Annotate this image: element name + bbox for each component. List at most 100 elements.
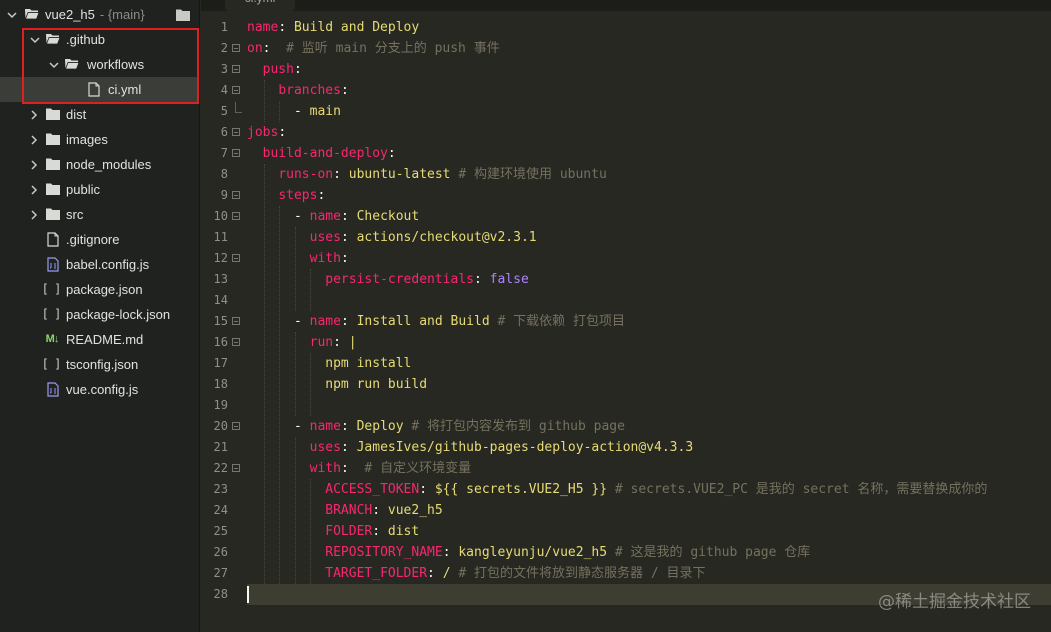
fold-toggle-icon[interactable] — [232, 317, 240, 325]
yaml-key: FOLDER — [325, 524, 373, 539]
tree-item-label: node_modules — [66, 157, 152, 172]
code-line[interactable]: on: # 监听 main 分支上的 push 事件 — [247, 38, 500, 59]
tree-item-ci-yml[interactable]: ci.yml — [0, 77, 199, 102]
tree-item-babel-config[interactable]: babel.config.js — [0, 252, 199, 277]
yaml-key: with — [309, 461, 341, 476]
fold-toggle-icon[interactable] — [232, 149, 240, 157]
code-line[interactable]: jobs: — [247, 122, 294, 143]
code-line[interactable]: npm run build — [247, 374, 427, 395]
line-number: 22 — [213, 461, 228, 475]
fold-toggle-icon[interactable] — [232, 464, 240, 472]
tree-item-images[interactable]: images — [0, 127, 199, 152]
yaml-value: actions/checkout@v2.3.1 — [356, 230, 537, 245]
chevron-right-icon[interactable] — [28, 209, 40, 221]
fold-toggle-icon[interactable] — [232, 44, 240, 52]
line-number: 23 — [213, 482, 228, 496]
js-file-icon — [45, 381, 61, 397]
tree-item-src[interactable]: src — [0, 202, 199, 227]
code-editor[interactable]: 1 2 3 4 5 6 7 8 9 10 11 12 13 14 15 16 17 18 19 20 21 22 23 24 2… — [201, 11, 1051, 632]
yaml-value: vue2_h5 — [387, 503, 443, 518]
code-line[interactable]: npm install — [247, 353, 411, 374]
project-name: vue2_h5- {main} — [45, 7, 145, 22]
tree-item-label: ci.yml — [108, 82, 142, 97]
code-line[interactable]: - name: Install and Build # 下载依赖 打包项目 — [247, 311, 625, 332]
line-number: 16 — [213, 335, 228, 349]
code-line[interactable]: ACCESS_TOKEN: ${{ secrets.VUE2_H5 }} # s… — [247, 479, 987, 500]
code-line[interactable]: uses: JamesIves/github-pages-deploy-acti… — [247, 437, 694, 458]
tree-item-label: vue.config.js — [66, 382, 139, 397]
code-line[interactable]: - name: Deploy # 将打包内容发布到 github page — [247, 416, 625, 437]
line-number: 21 — [213, 440, 228, 454]
tree-item-label: dist — [66, 107, 87, 122]
tab-ci-yml[interactable]: ci.yml — [225, 0, 295, 11]
tree-item-package-json[interactable]: [ ] package.json — [0, 277, 199, 302]
code-line[interactable]: branches: — [247, 80, 357, 101]
code-line[interactable]: with: — [247, 248, 357, 269]
chevron-right-icon[interactable] — [28, 184, 40, 196]
markdown-file-icon: M↓ — [45, 333, 60, 345]
yaml-value: JamesIves/github-pages-deploy-action@v4.… — [356, 440, 694, 455]
tree-item-vue-config[interactable]: vue.config.js — [0, 377, 199, 402]
line-number: 4 — [220, 83, 228, 97]
yaml-key: name — [247, 20, 279, 35]
code-line[interactable]: - name: Checkout — [247, 206, 419, 227]
branch-indicator: - {main} — [99, 7, 145, 22]
tree-item-label: .github — [66, 32, 106, 47]
chevron-right-icon[interactable] — [28, 159, 40, 171]
tree-item-public[interactable]: public — [0, 177, 199, 202]
yaml-key: persist-credentials — [325, 272, 474, 287]
line-number: 18 — [213, 377, 228, 391]
line-number: 25 — [213, 524, 228, 538]
code-line[interactable]: push: — [247, 59, 310, 80]
code-line[interactable]: run: | — [247, 332, 357, 353]
yaml-comment: # 构建环境使用 ubuntu — [458, 167, 607, 182]
yaml-key: uses — [309, 440, 341, 455]
chevron-down-icon[interactable] — [6, 9, 18, 21]
tree-item-label: images — [66, 132, 108, 147]
code-line[interactable]: name: Build and Deploy — [247, 17, 419, 38]
tree-item-github[interactable]: .github — [0, 27, 199, 52]
tree-item-node-modules[interactable]: node_modules — [0, 152, 199, 177]
fold-toggle-icon[interactable] — [232, 191, 240, 199]
tree-item-workflows[interactable]: workflows — [0, 52, 199, 77]
fold-toggle-icon[interactable] — [232, 422, 240, 430]
code-line[interactable]: REPOSITORY_NAME: kangleyunju/vue2_h5 # 这… — [247, 542, 810, 563]
yaml-key: push — [262, 62, 294, 77]
chevron-right-icon[interactable] — [28, 134, 40, 146]
code-line[interactable]: uses: actions/checkout@v2.3.1 — [247, 227, 537, 248]
chevron-down-icon[interactable] — [29, 34, 41, 46]
code-line[interactable]: build-and-deploy: — [247, 143, 404, 164]
chevron-down-icon[interactable] — [48, 59, 60, 71]
tree-item-package-lock-json[interactable]: [ ] package-lock.json — [0, 302, 199, 327]
fold-toggle-icon[interactable] — [232, 338, 240, 346]
line-number: 2 — [220, 41, 228, 55]
fold-toggle-icon[interactable] — [232, 86, 240, 94]
tree-item-gitignore[interactable]: .gitignore — [0, 227, 199, 252]
code-line[interactable]: - main — [247, 101, 341, 122]
folder-icon[interactable] — [175, 7, 191, 23]
chevron-right-icon[interactable] — [28, 109, 40, 121]
line-number: 13 — [213, 272, 228, 286]
tree-item-readme[interactable]: M↓ README.md — [0, 327, 199, 352]
tree-item-dist[interactable]: dist — [0, 102, 199, 127]
fold-toggle-icon[interactable] — [232, 65, 240, 73]
fold-toggle-icon[interactable] — [232, 212, 240, 220]
fold-toggle-icon[interactable] — [232, 128, 240, 136]
code-line[interactable]: FOLDER: dist — [247, 521, 419, 542]
tree-item-tsconfig[interactable]: [ ] tsconfig.json — [0, 352, 199, 377]
tree-item-label: package-lock.json — [66, 307, 171, 322]
code-line[interactable]: runs-on: ubuntu-latest # 构建环境使用 ubuntu — [247, 164, 607, 185]
tree-root-vue2-h5[interactable]: vue2_h5- {main} — [0, 2, 199, 27]
code-line[interactable]: BRANCH: vue2_h5 — [247, 500, 443, 521]
yaml-value: npm run build — [325, 377, 428, 392]
code-line[interactable]: with: # 自定义环境变量 — [247, 458, 471, 479]
folder-open-icon — [64, 56, 80, 72]
yaml-comment: # 下载依赖 打包项目 — [497, 314, 625, 329]
code-line[interactable]: steps: — [247, 185, 333, 206]
tree-item-label: workflows — [87, 57, 145, 72]
fold-toggle-icon[interactable] — [232, 254, 240, 262]
code-line[interactable]: TARGET_FOLDER: / # 打包的文件将放到静态服务器 / 目录下 — [247, 563, 705, 584]
line-number: 9 — [220, 188, 228, 202]
code-line[interactable]: persist-credentials: false — [247, 269, 529, 290]
line-number: 5 — [220, 104, 228, 118]
